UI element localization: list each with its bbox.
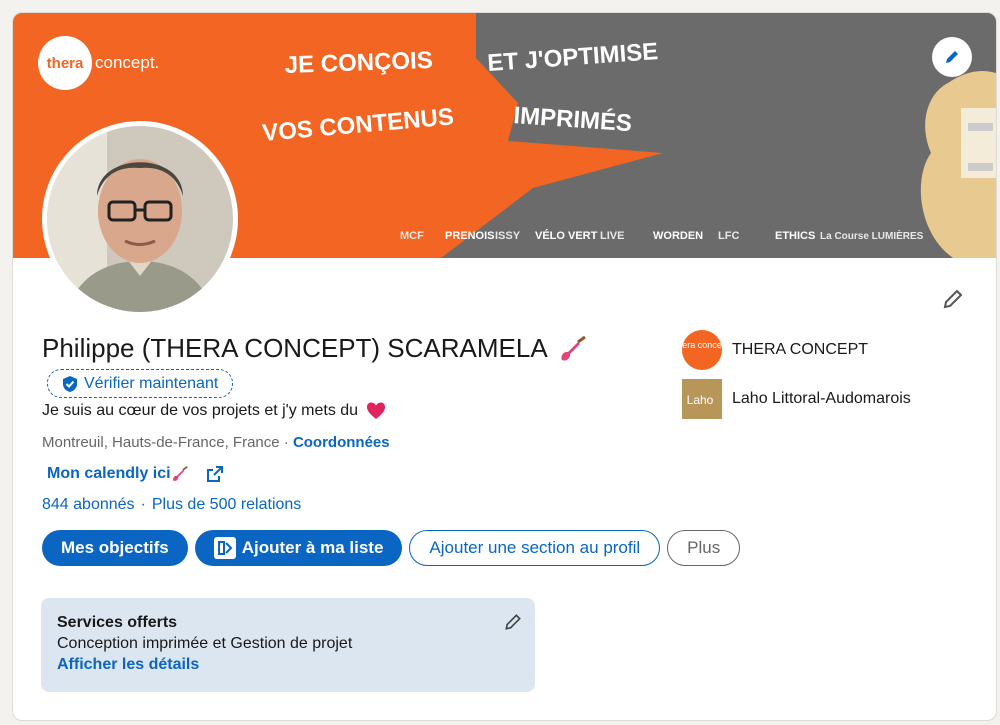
verify-label: Vérifier maintenant <box>84 374 219 392</box>
list-icon <box>213 537 236 559</box>
partner-logo: La Course LUMIÈRES <box>820 229 924 242</box>
connections-link[interactable]: Plus de 500 relations <box>152 496 301 514</box>
partner-logo: ETHICS <box>775 230 815 242</box>
goals-button[interactable]: Mes objectifs <box>42 530 188 566</box>
guitar-emoji-icon <box>172 466 188 481</box>
partner-logos-strip: MCF PRENOIS ISSY VÉLO VERT LIVE WORDEN LFC ETHI… <box>400 229 924 242</box>
location-text: Montreuil, Hauts-de-France, France <box>42 434 280 451</box>
pencil-icon[interactable] <box>503 612 523 632</box>
verify-now-button[interactable]: Vérifier maintenant <box>47 369 234 398</box>
contact-info-link[interactable]: Coordonnées <box>293 434 390 451</box>
services-details-link[interactable]: Afficher les détails <box>57 656 519 674</box>
add-section-label: Ajouter une section au profil <box>429 538 641 557</box>
profile-headline: Je suis au cœur de vos projets et j'y me… <box>42 402 386 420</box>
name-row: Philippe (THERA CONCEPT) SCARAMELA <box>42 333 588 364</box>
laho-logo: Laho <box>682 379 722 419</box>
thera-concept-logo: thera concept <box>682 330 722 370</box>
services-description: Conception imprimée et Gestion de projet <box>57 635 353 652</box>
pencil-icon <box>943 289 963 309</box>
company-name: Laho Littoral-Audomarois <box>732 390 911 407</box>
calendly-label[interactable]: Mon calendly ici <box>47 465 171 483</box>
more-button[interactable]: Plus <box>667 530 741 566</box>
banner-line1-a: JE CONÇOIS <box>284 47 433 79</box>
thera-logo-word1: thera concept <box>682 340 722 350</box>
profile-location: Montreuil, Hauts-de-France, France · Coo… <box>42 434 390 451</box>
profile-avatar-frame[interactable] <box>42 121 238 317</box>
partner-logo: MCF <box>400 230 424 242</box>
separator-dot: · <box>140 496 146 513</box>
calendly-link[interactable]: Mon calendly ici <box>47 465 223 483</box>
laho-logo-word: Laho <box>687 393 714 407</box>
profile-card: thera concept. JE CONÇOIS ET J'OPTIMISE … <box>12 12 997 721</box>
avatar[interactable] <box>47 126 233 312</box>
more-label: Plus <box>687 538 721 557</box>
partner-logo: ISSY <box>495 230 521 242</box>
add-section-button[interactable]: Ajouter une section au profil <box>409 530 661 566</box>
guitar-image <box>920 71 996 258</box>
profile-name: Philippe (THERA CONCEPT) SCARAMELA <box>42 333 548 363</box>
edit-intro-button[interactable] <box>937 283 969 315</box>
heart-emoji-icon <box>367 402 386 419</box>
followers-link[interactable]: 844 abonnés <box>42 496 135 514</box>
pencil-icon <box>946 51 958 63</box>
company-item-thera[interactable]: thera concept THERA CONCEPT <box>682 330 911 370</box>
add-to-list-label: Ajouter à ma liste <box>241 538 384 557</box>
services-card[interactable]: Services offerts Conception imprimée et … <box>41 598 535 692</box>
shield-check-icon <box>63 375 77 392</box>
edit-banner-button[interactable] <box>932 37 972 77</box>
logo-text-left: thera <box>47 55 84 72</box>
network-counts: 844 abonnés · Plus de 500 relations <box>42 496 301 514</box>
company-item-laho[interactable]: Laho Laho Littoral-Audomarois <box>682 379 911 419</box>
guitar-emoji-icon <box>561 335 586 361</box>
add-to-list-button[interactable]: Ajouter à ma liste <box>194 530 403 566</box>
partner-logo: LIVE <box>600 230 624 242</box>
company-name: THERA CONCEPT <box>732 341 869 358</box>
partner-logo: PRENOIS <box>445 230 495 242</box>
services-title: Services offerts <box>57 614 178 631</box>
logo-text-right: concept. <box>95 53 159 72</box>
external-link-icon[interactable] <box>206 466 223 482</box>
partner-logo: WORDEN <box>653 230 703 242</box>
partner-logo: LFC <box>718 230 739 242</box>
experience-summary: thera concept THERA CONCEPT Laho Laho Li… <box>682 330 911 428</box>
partner-logo: VÉLO VERT <box>535 229 598 242</box>
headline-text: Je suis au cœur de vos projets et j'y me… <box>42 402 359 419</box>
profile-actions: Mes objectifs Ajouter à ma liste Ajouter… <box>42 530 741 566</box>
goals-label: Mes objectifs <box>61 538 169 557</box>
